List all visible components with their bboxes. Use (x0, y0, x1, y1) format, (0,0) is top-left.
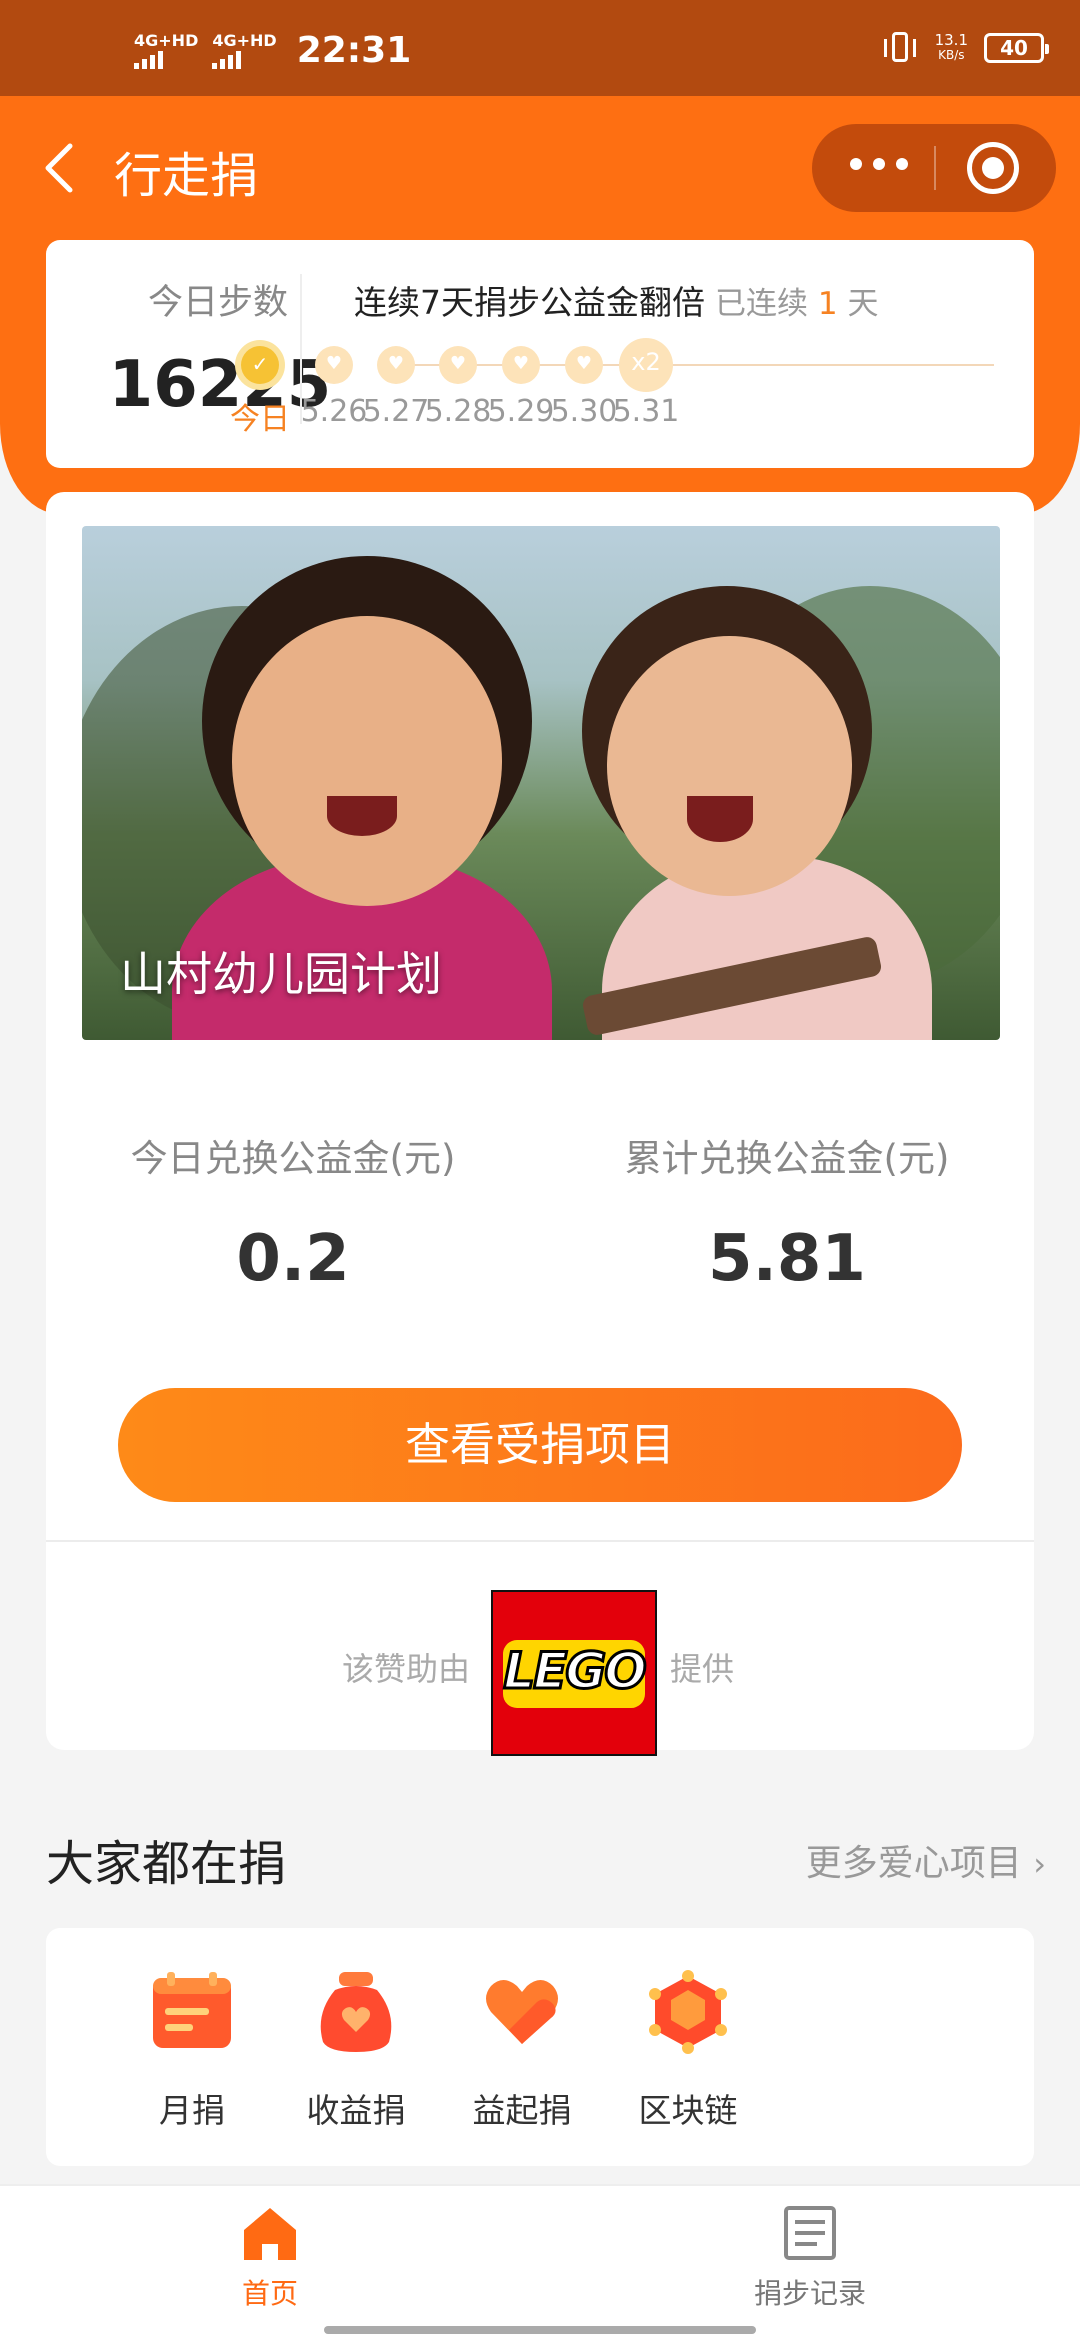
money-bag-icon (313, 1968, 399, 2054)
tab-label: 首页 (241, 2277, 298, 2310)
grid-item-label: 区块链 (638, 2091, 738, 2130)
chevron-right-icon: › (1033, 1845, 1046, 1883)
streak-day-double: x2 5.31 (596, 336, 696, 429)
calendar-icon (149, 1968, 235, 2054)
project-card: 山村幼儿园计划 今日兑换公益金(元) 0.2 累计兑换公益金(元) 5.81 查… (46, 492, 1034, 1756)
lego-logo: LEGO (491, 1590, 657, 1756)
clock: 22:31 (296, 30, 412, 71)
total-amount-label: 累计兑换公益金(元) (624, 1137, 950, 1180)
streak-days: 1 (817, 286, 838, 322)
divider (46, 1540, 1034, 1542)
speed-unit: KB/s (938, 48, 965, 62)
lego-wordmark: LEGO (502, 1641, 649, 1702)
today-amount-value: 0.2 (236, 1222, 350, 1296)
tab-step-records[interactable]: 捐步记录 (710, 2204, 910, 2312)
tab-bar: 首页 捐步记录 (0, 2184, 1080, 2340)
streak-suffix: 天 (847, 286, 879, 322)
streak-status: 已连续 1 天 (715, 286, 878, 322)
streak-title: 连续7天捐步公益金翻倍 已连续 1 天 (354, 276, 878, 324)
total-amount-value: 5.81 (708, 1222, 866, 1296)
streak-title-text: 连续7天捐步公益金翻倍 (354, 283, 705, 322)
blockchain-cube-icon (645, 1968, 731, 2054)
home-icon (240, 2204, 300, 2262)
vibrate-icon (881, 30, 919, 66)
mini-program-capsule (812, 124, 1056, 212)
target-circle-icon[interactable] (967, 142, 1019, 194)
steps-card: 今日步数 16225 连续7天捐步公益金翻倍已连续 1 天 今日 5.26 5.… (46, 240, 1034, 468)
project-hero-image[interactable]: 山村幼儿园计划 (82, 526, 1000, 1040)
more-projects-label: 更多爱心项目 (805, 1843, 1022, 1884)
more-dots-icon[interactable] (850, 158, 908, 170)
signal-bars-icon (134, 50, 163, 69)
network-label: 4G+HD (212, 30, 277, 50)
heart-icon (479, 1968, 565, 2054)
tab-label: 捐步记录 (753, 2277, 866, 2310)
view-project-button[interactable]: 查看受捐项目 (118, 1388, 962, 1502)
grid-item-blockchain[interactable]: 区块链 (588, 1968, 788, 2132)
chevron-left-icon (45, 143, 73, 193)
signal-2: 4G+HD (212, 30, 277, 69)
speed-value: 13.1 (934, 31, 968, 49)
signal-1: 4G+HD (134, 30, 199, 69)
back-button[interactable] (36, 138, 86, 198)
network-label: 4G+HD (134, 30, 199, 50)
status-bar: 4G+HD 4G+HD 22:31 13.1 KB/s 40 (0, 0, 1080, 96)
double-badge-text: x2 (631, 348, 661, 376)
today-amount-label: 今日兑换公益金(元) (130, 1137, 456, 1180)
section-title: 大家都在捐 (46, 1836, 287, 1892)
battery-level: 40 (1000, 36, 1028, 60)
project-title: 山村幼儿园计划 (120, 947, 442, 1001)
sponsor-row: 该赞助由 LEGO 提供 (46, 1560, 1034, 1756)
battery-icon: 40 (984, 33, 1049, 63)
record-list-icon (780, 2204, 840, 2262)
double-badge-icon: x2 (619, 338, 673, 392)
signal-bars-icon (212, 50, 242, 69)
capsule-divider (934, 146, 936, 190)
home-indicator[interactable] (324, 2326, 756, 2334)
check-circle-icon (241, 346, 279, 384)
today-steps-label: 今日步数 (147, 283, 288, 323)
sponsor-prefix: 该赞助由 (342, 1650, 471, 1688)
page-title: 行走捐 (114, 148, 259, 204)
day-label: 5.31 (612, 394, 680, 429)
streak-prefix: 已连续 (715, 286, 808, 322)
network-speed: 13.1 KB/s (935, 33, 968, 63)
sponsor-suffix: 提供 (670, 1650, 735, 1688)
donation-types-grid: 月捐 收益捐 益起捐 区块链 (46, 1928, 1034, 2166)
tab-home[interactable]: 首页 (170, 2204, 370, 2312)
more-projects-link[interactable]: 更多爱心项目 › (806, 1834, 1046, 1886)
